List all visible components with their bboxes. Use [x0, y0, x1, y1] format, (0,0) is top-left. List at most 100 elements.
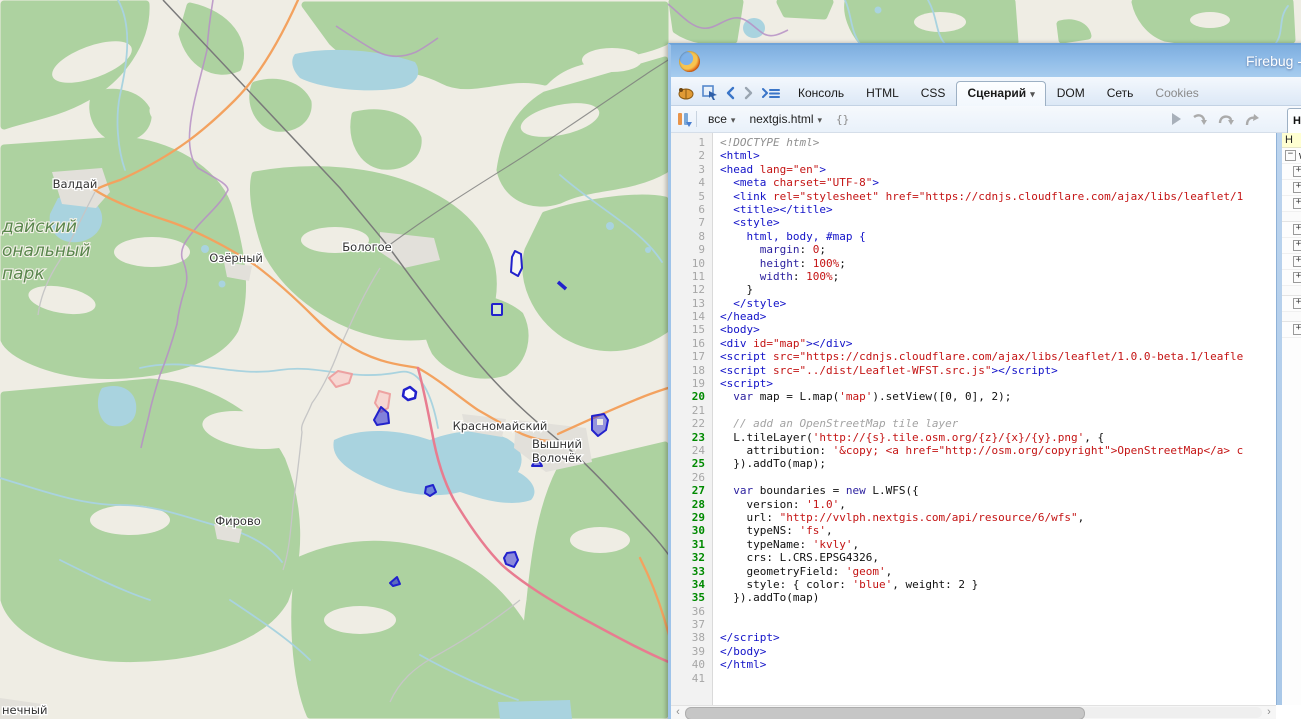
line-number[interactable]: 3	[671, 163, 713, 176]
expand-icon[interactable]: +	[1293, 324, 1301, 335]
line-number[interactable]: 6	[671, 203, 713, 216]
expand-icon[interactable]: +	[1293, 256, 1301, 267]
code-line: 1<!DOCTYPE html>	[671, 136, 1276, 149]
panel-tab-cookies[interactable]: Cookies	[1144, 81, 1209, 105]
line-number[interactable]: 12	[671, 283, 713, 296]
scroll-track[interactable]	[685, 707, 1262, 718]
panel-tab-css[interactable]: CSS	[910, 81, 957, 105]
step-into-icon[interactable]	[1192, 112, 1208, 126]
line-source: crs: L.CRS.EPSG4326,	[713, 551, 879, 564]
back-icon[interactable]	[725, 86, 736, 100]
watch-row[interactable]: +	[1282, 180, 1301, 196]
line-number[interactable]: 7	[671, 216, 713, 229]
line-number[interactable]: 26	[671, 471, 713, 484]
line-number[interactable]: 18	[671, 364, 713, 377]
panel-tab-консоль[interactable]: Консоль	[787, 81, 855, 105]
watch-row[interactable]: −w	[1282, 148, 1301, 164]
line-number[interactable]: 39	[671, 645, 713, 658]
line-number[interactable]: 20	[671, 390, 713, 403]
line-number[interactable]: 30	[671, 524, 713, 537]
line-number[interactable]: 10	[671, 257, 713, 270]
line-source: <style>	[713, 216, 780, 229]
horizontal-scrollbar[interactable]: ‹ ›	[671, 705, 1276, 719]
line-number[interactable]: 25	[671, 457, 713, 470]
code-line: 26	[671, 471, 1276, 484]
panel-tab-dom[interactable]: DOM	[1046, 81, 1096, 105]
watch-row[interactable]: +	[1282, 222, 1301, 238]
line-number[interactable]: 32	[671, 551, 713, 564]
line-number[interactable]: 17	[671, 350, 713, 363]
line-number[interactable]: 24	[671, 444, 713, 457]
watch-row[interactable]: +	[1282, 322, 1301, 338]
line-number[interactable]: 34	[671, 578, 713, 591]
command-line-icon[interactable]	[761, 86, 781, 100]
code-line: 31 typeName: 'kvly',	[671, 538, 1276, 551]
scroll-left-arrow[interactable]: ‹	[671, 706, 685, 719]
forward-icon[interactable]	[743, 86, 754, 100]
collapse-icon[interactable]: −	[1285, 150, 1296, 161]
expand-icon[interactable]: +	[1293, 166, 1301, 177]
expand-icon[interactable]: +	[1293, 240, 1301, 251]
watch-row[interactable]: +	[1282, 238, 1301, 254]
line-number[interactable]: 38	[671, 631, 713, 644]
line-number[interactable]: 33	[671, 565, 713, 578]
line-number[interactable]: 22	[671, 417, 713, 430]
code-line: 15<body>	[671, 323, 1276, 336]
break-on-next-icon[interactable]	[677, 112, 692, 127]
line-number[interactable]: 5	[671, 190, 713, 203]
line-number[interactable]: 28	[671, 498, 713, 511]
line-number[interactable]: 35	[671, 591, 713, 604]
line-source: <script src="../dist/Leaflet-WFST.src.js…	[713, 364, 1058, 377]
watch-row[interactable]: +	[1282, 296, 1301, 312]
panel-tab-html[interactable]: HTML	[855, 81, 910, 105]
continue-icon[interactable]	[1170, 112, 1182, 126]
line-number[interactable]: 4	[671, 176, 713, 189]
watch-row[interactable]: +	[1282, 196, 1301, 212]
line-number[interactable]: 27	[671, 484, 713, 497]
line-number[interactable]: 31	[671, 538, 713, 551]
line-number[interactable]: 41	[671, 672, 713, 685]
panel-tab-сценарий[interactable]: Сценарий▾	[956, 81, 1045, 106]
watch-new-expression[interactable]: Н	[1282, 133, 1301, 148]
line-number[interactable]: 21	[671, 404, 713, 417]
firebug-icon[interactable]	[677, 86, 695, 100]
line-number[interactable]: 40	[671, 658, 713, 671]
line-number[interactable]: 19	[671, 377, 713, 390]
scroll-thumb[interactable]	[685, 707, 1085, 719]
pretty-print-button[interactable]: {}	[836, 113, 849, 126]
watch-row[interactable]: +	[1282, 164, 1301, 180]
watch-row[interactable]: +	[1282, 254, 1301, 270]
expand-icon[interactable]: +	[1293, 198, 1301, 209]
source-view[interactable]: 1<!DOCTYPE html>2<html>3<head lang="en">…	[671, 133, 1276, 705]
line-number[interactable]: 8	[671, 230, 713, 243]
scroll-right-arrow[interactable]: ›	[1262, 706, 1276, 719]
line-number[interactable]: 13	[671, 297, 713, 310]
line-number[interactable]: 9	[671, 243, 713, 256]
expand-icon[interactable]: +	[1293, 182, 1301, 193]
script-filter-dropdown[interactable]: все▾	[708, 112, 735, 126]
watch-row[interactable]: +	[1282, 270, 1301, 286]
inspect-icon[interactable]	[702, 85, 718, 100]
step-out-icon[interactable]	[1244, 112, 1260, 126]
line-number[interactable]: 29	[671, 511, 713, 524]
line-number[interactable]: 15	[671, 323, 713, 336]
line-source: </body>	[713, 645, 766, 658]
watch-side-tab[interactable]: Н	[1287, 108, 1301, 134]
line-number[interactable]: 11	[671, 270, 713, 283]
line-source: width: 100%;	[713, 270, 839, 283]
line-number[interactable]: 36	[671, 605, 713, 618]
code-line: 6 <title></title>	[671, 203, 1276, 216]
window-titlebar[interactable]: Firebug -	[671, 45, 1301, 77]
line-number[interactable]: 16	[671, 337, 713, 350]
expand-icon[interactable]: +	[1293, 298, 1301, 309]
line-number[interactable]: 1	[671, 136, 713, 149]
line-number[interactable]: 14	[671, 310, 713, 323]
expand-icon[interactable]: +	[1293, 224, 1301, 235]
line-number[interactable]: 23	[671, 431, 713, 444]
expand-icon[interactable]: +	[1293, 272, 1301, 283]
line-number[interactable]: 37	[671, 618, 713, 631]
panel-tab-сеть[interactable]: Сеть	[1096, 81, 1145, 105]
line-number[interactable]: 2	[671, 149, 713, 162]
script-file-dropdown[interactable]: nextgis.html▾	[749, 112, 822, 126]
step-over-icon[interactable]	[1218, 112, 1234, 126]
